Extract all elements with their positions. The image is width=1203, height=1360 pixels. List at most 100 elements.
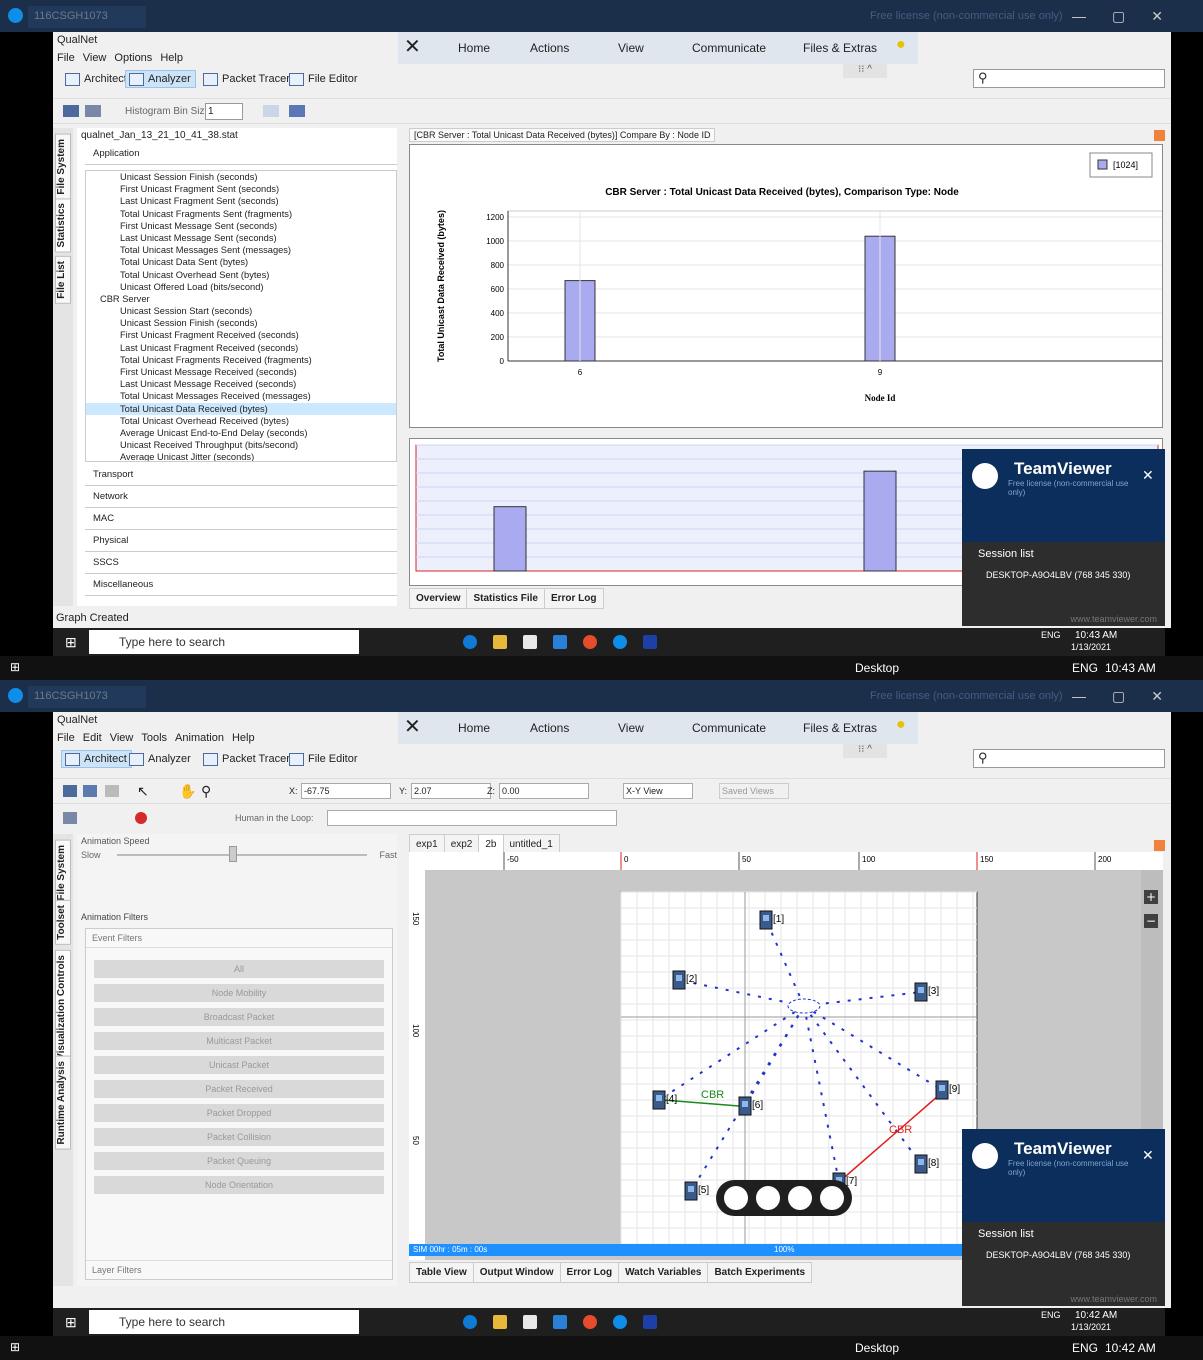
session-list-title[interactable]: Session list xyxy=(962,1222,1165,1246)
search-input[interactable]: ⚲ xyxy=(973,69,1165,88)
metric-item[interactable]: Total Unicast Messages Sent (messages) xyxy=(86,244,396,256)
metric-item[interactable]: Last Unicast Fragment Sent (seconds) xyxy=(86,195,396,207)
clock-date[interactable]: 1/13/2021 xyxy=(1071,642,1111,652)
close-icon[interactable]: ✕ xyxy=(404,34,421,59)
windows-start-icon[interactable]: ⊞ xyxy=(65,634,77,651)
open-folder-icon[interactable] xyxy=(63,105,79,117)
hitl-input[interactable] xyxy=(327,810,617,826)
view-select[interactable]: X-Y View xyxy=(623,783,693,799)
menu-tools[interactable]: Tools xyxy=(141,732,167,744)
chrome-icon[interactable] xyxy=(583,635,597,649)
category-application[interactable]: Application xyxy=(85,143,397,165)
taskbar-search[interactable]: Type here to search xyxy=(89,1310,359,1334)
tab-file-system[interactable]: File System xyxy=(55,134,71,200)
category-item[interactable]: MAC xyxy=(85,508,397,530)
histogram-input[interactable]: 1 xyxy=(205,103,243,120)
new-icon[interactable] xyxy=(63,785,77,797)
clock-time[interactable]: 10:42 AM xyxy=(1075,1310,1117,1321)
close-icon[interactable]: ✕ xyxy=(1142,467,1154,484)
metric-item[interactable]: First Unicast Fragment Sent (seconds) xyxy=(86,183,396,195)
window-controls[interactable]: —▢✕ xyxy=(1072,8,1189,25)
speed-slider-handle[interactable] xyxy=(229,846,237,862)
teamviewer-tab[interactable]: 116CSGH1073 xyxy=(28,6,146,28)
filter-button[interactable]: Packet Dropped xyxy=(94,1104,384,1122)
ribbon-view[interactable]: View xyxy=(618,41,644,55)
tab-runtime-analysis[interactable]: Runtime Analysis xyxy=(55,1056,71,1150)
filter-button[interactable]: Node Mobility xyxy=(94,984,384,1002)
session-device[interactable]: DESKTOP-A9O4LBV (768 345 330) xyxy=(962,1246,1165,1264)
category-item[interactable]: SSCS xyxy=(85,552,397,574)
metric-item[interactable]: Total Unicast Overhead Received (bytes) xyxy=(86,415,396,427)
tab-file-system[interactable]: File System xyxy=(55,840,71,906)
metric-item[interactable]: Unicast Session Finish (seconds) xyxy=(86,317,396,329)
category-item[interactable]: Physical xyxy=(85,530,397,552)
edge-icon[interactable] xyxy=(463,1315,477,1329)
menu-file[interactable]: File xyxy=(57,732,75,744)
architect-button[interactable]: Architect xyxy=(61,750,132,768)
teamviewer-url[interactable]: www.teamviewer.com xyxy=(1070,614,1157,624)
tab-overview[interactable]: Overview xyxy=(409,588,468,609)
tab-statistics-file[interactable]: Statistics File xyxy=(466,588,545,609)
metric-item[interactable]: Last Unicast Message Received (seconds) xyxy=(86,378,396,390)
ribbon-communicate[interactable]: Communicate xyxy=(692,41,766,55)
tree-group-cbr-server[interactable]: CBR Server xyxy=(86,293,396,305)
close-icon[interactable]: ✕ xyxy=(1142,1147,1154,1164)
y-coord[interactable]: 2.07 xyxy=(411,783,491,799)
lang[interactable]: ENG xyxy=(1041,630,1061,640)
windows-start-icon[interactable]: ⊞ xyxy=(10,660,20,674)
filter-button[interactable]: Unicast Packet xyxy=(94,1056,384,1074)
desktop-label[interactable]: Desktop xyxy=(855,1341,899,1355)
metric-item[interactable]: Unicast Session Start (seconds) xyxy=(86,305,396,317)
file-editor-button[interactable]: File Editor xyxy=(285,70,363,88)
tab-error-log[interactable]: Error Log xyxy=(559,1262,620,1283)
stop-button[interactable] xyxy=(724,1186,748,1210)
filter-button[interactable]: Packet Queuing xyxy=(94,1152,384,1170)
play-button[interactable] xyxy=(756,1186,780,1210)
filter-button[interactable]: Node Orientation xyxy=(94,1176,384,1194)
outer-lang[interactable]: ENG xyxy=(1072,661,1098,675)
clock-time[interactable]: 10:43 AM xyxy=(1075,630,1117,641)
menu-edit[interactable]: Edit xyxy=(83,732,102,744)
tab-batch-experiments[interactable]: Batch Experiments xyxy=(707,1262,813,1283)
teamviewer-tab[interactable]: 116CSGH1073 xyxy=(28,686,146,708)
tab-file-list[interactable]: File List xyxy=(55,256,71,304)
mail-icon[interactable] xyxy=(553,635,567,649)
metric-item[interactable]: First Unicast Fragment Received (seconds… xyxy=(86,329,396,341)
metric-item[interactable]: Unicast Received Throughput (bits/second… xyxy=(86,439,396,451)
edge-icon[interactable] xyxy=(463,635,477,649)
pointer-icon[interactable]: ↖ xyxy=(137,783,149,800)
close-file-icon[interactable] xyxy=(85,105,101,117)
session-device[interactable]: DESKTOP-A9O4LBV (768 345 330) xyxy=(962,566,1165,584)
saved-views[interactable]: Saved Views xyxy=(719,783,789,799)
desktop-label[interactable]: Desktop xyxy=(855,661,899,675)
menu-view[interactable]: View xyxy=(110,732,134,744)
folder-icon[interactable] xyxy=(493,1315,507,1329)
filter-button[interactable]: Broadcast Packet xyxy=(94,1008,384,1026)
z-coord[interactable]: 0.00 xyxy=(499,783,589,799)
smiley-icon[interactable]: ● xyxy=(896,716,906,734)
close-icon[interactable]: ✕ xyxy=(404,714,421,739)
ribbon-files[interactable]: Files & Extras xyxy=(803,41,877,55)
ribbon-home[interactable]: Home xyxy=(458,41,490,55)
ribbon-files[interactable]: Files & Extras xyxy=(803,721,877,735)
menu-options[interactable]: Options xyxy=(114,52,152,64)
category-item[interactable]: Transport xyxy=(85,464,397,486)
tab-output-window[interactable]: Output Window xyxy=(472,1262,561,1283)
packet-tracer-button[interactable]: Packet Tracer xyxy=(199,70,295,88)
chrome-icon[interactable] xyxy=(583,1315,597,1329)
graph-icon[interactable] xyxy=(289,105,305,117)
metric-item[interactable]: First Unicast Message Sent (seconds) xyxy=(86,220,396,232)
search-input[interactable]: ⚲ xyxy=(973,749,1165,768)
step-button[interactable] xyxy=(788,1186,812,1210)
menu-file[interactable]: File xyxy=(57,52,75,64)
packet-tracer-button[interactable]: Packet Tracer xyxy=(199,750,295,768)
ribbon-communicate[interactable]: Communicate xyxy=(692,721,766,735)
file-editor-button[interactable]: File Editor xyxy=(285,750,363,768)
save-icon[interactable] xyxy=(105,785,119,797)
tab-error-log[interactable]: Error Log xyxy=(543,588,604,609)
menu-animation[interactable]: Animation xyxy=(175,732,224,744)
ribbon-actions[interactable]: Actions xyxy=(530,41,569,55)
qualnet-icon[interactable] xyxy=(643,1315,657,1329)
lang[interactable]: ENG xyxy=(1041,1310,1061,1320)
metric-item[interactable]: Total Unicast Overhead Sent (bytes) xyxy=(86,269,396,281)
